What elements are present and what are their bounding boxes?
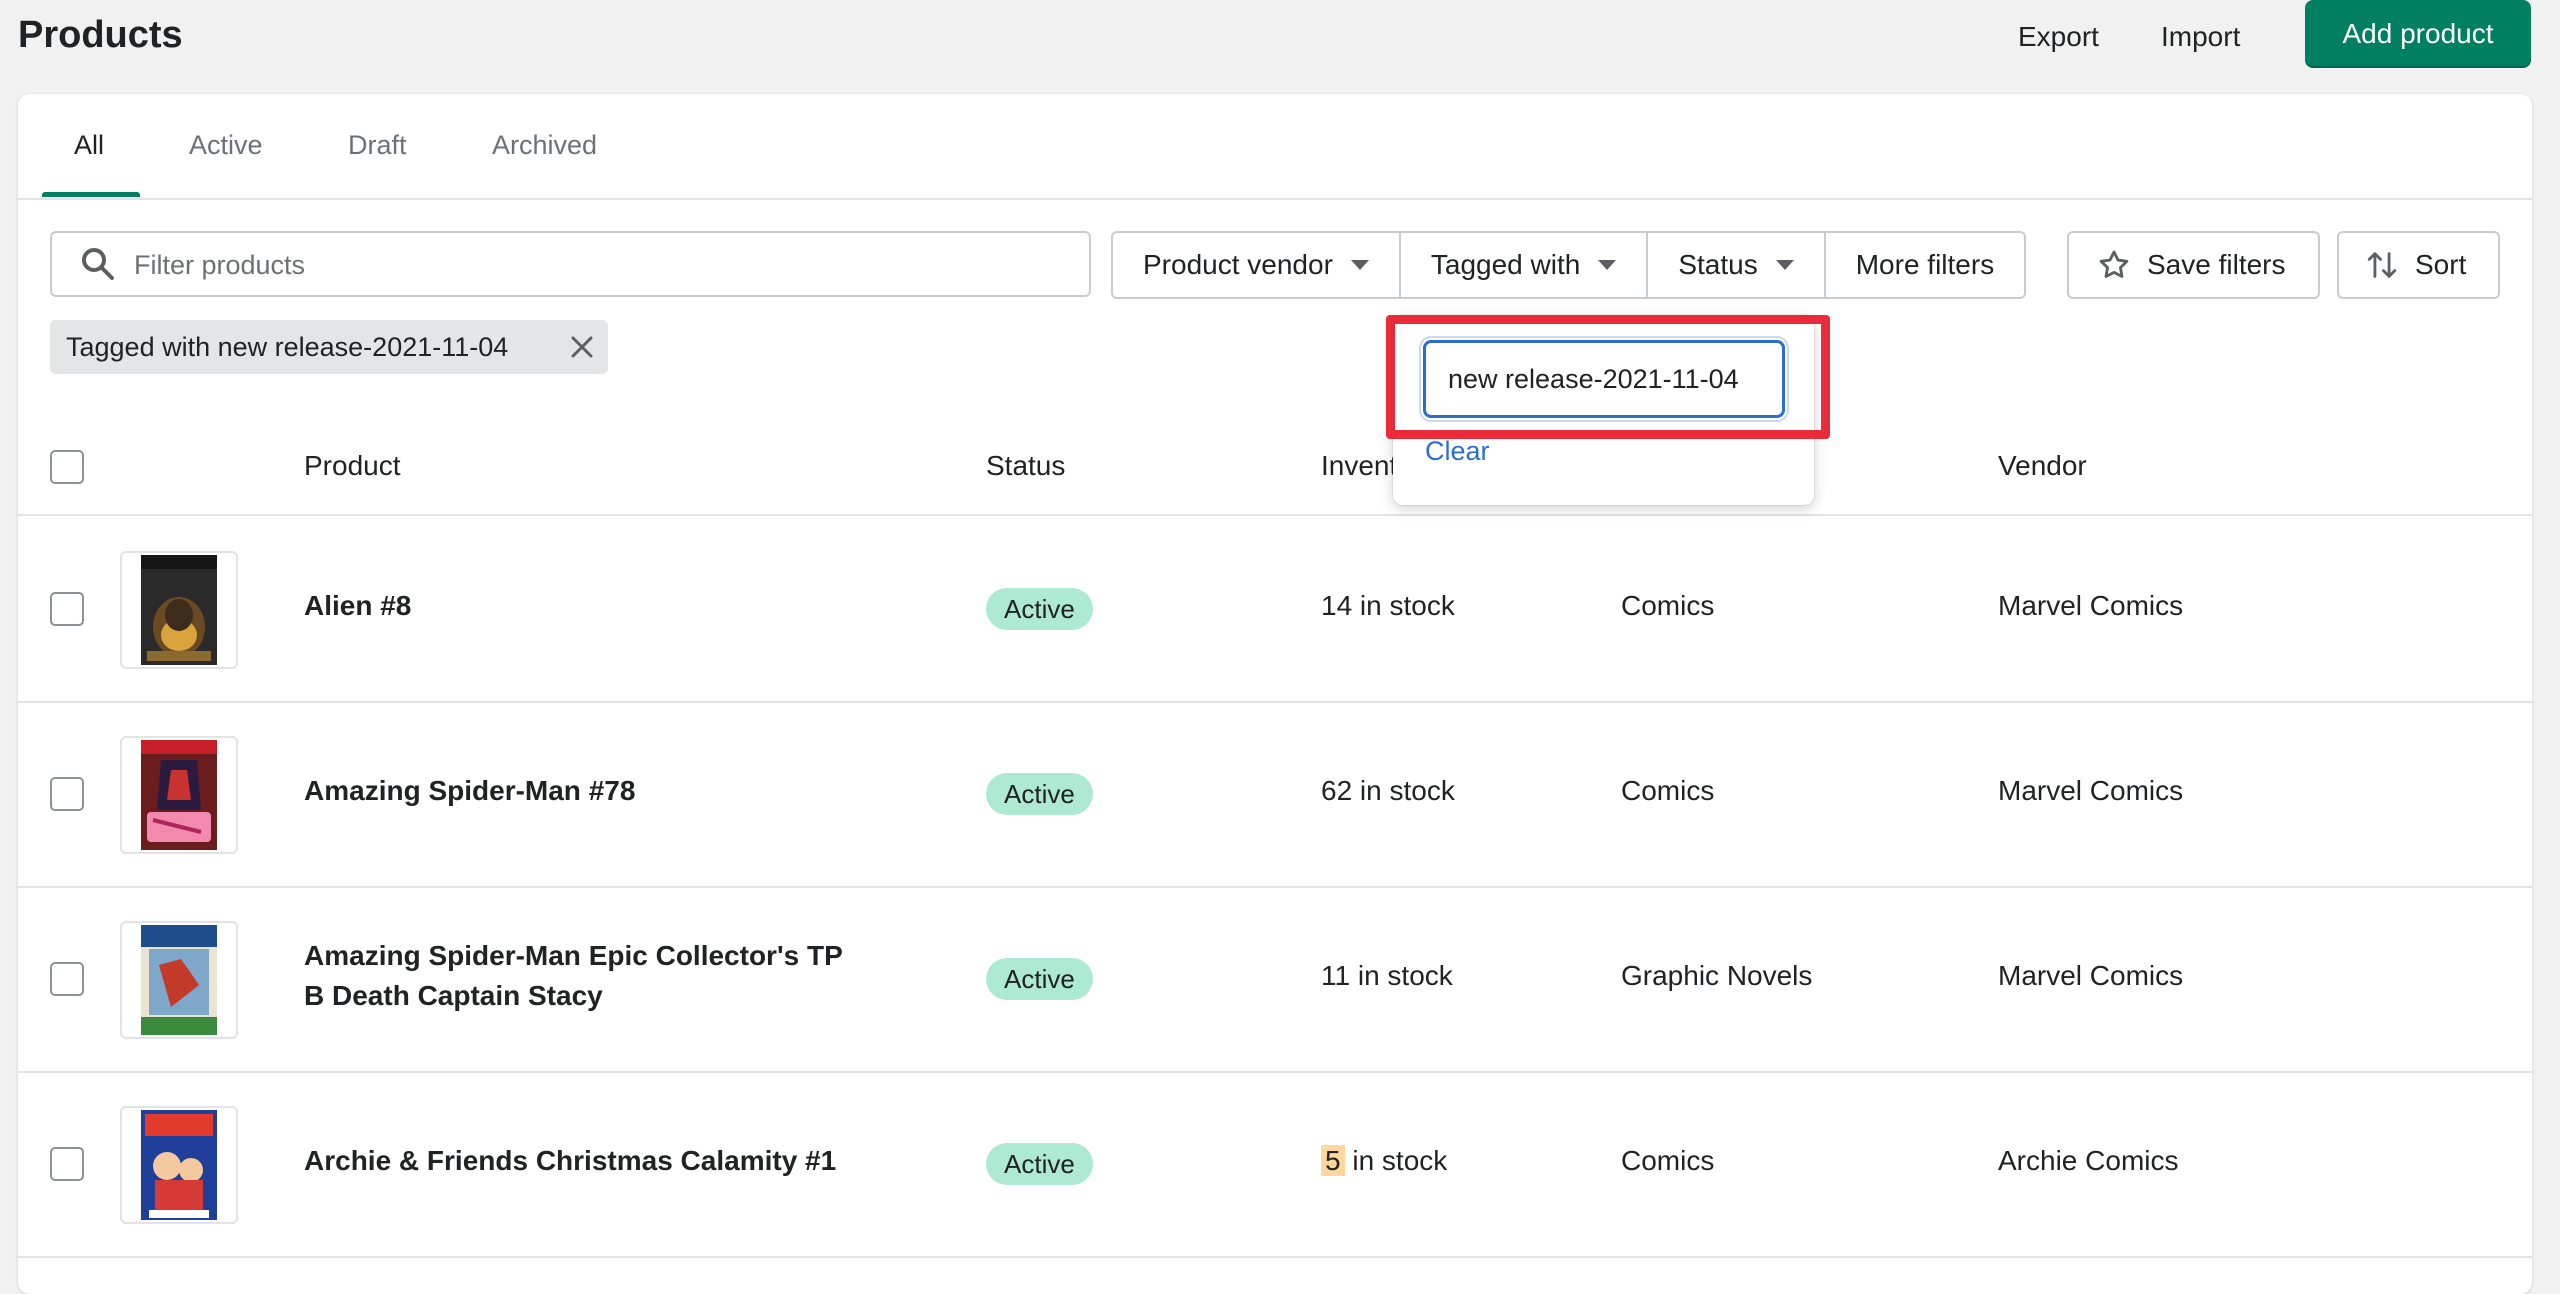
vendor-cell: Archie Comics bbox=[1998, 1145, 2179, 1176]
status-badge: Active bbox=[986, 1143, 1093, 1185]
vendor-cell: Marvel Comics bbox=[1998, 960, 2184, 991]
table-header: Product Status Invent Vendor bbox=[18, 416, 2532, 516]
comic-cover-image bbox=[141, 740, 217, 850]
product-name[interactable]: Amazing Spider-Man Epic Collector's TP bbox=[304, 940, 843, 972]
status-badge: Active bbox=[986, 588, 1093, 630]
row-checkbox[interactable] bbox=[50, 962, 84, 996]
import-button[interactable]: Import bbox=[2161, 14, 2240, 60]
table-row[interactable]: Amazing Spider-Man #78 Active 62 in stoc… bbox=[18, 703, 2532, 888]
product-column-header[interactable]: Product bbox=[304, 450, 401, 482]
search-icon bbox=[82, 248, 114, 280]
tab-active[interactable]: Active bbox=[189, 130, 263, 161]
applied-filter-tag: Tagged with new release-2021-11-04 bbox=[50, 320, 608, 374]
select-all-checkbox[interactable] bbox=[50, 450, 84, 484]
filter-button-group: Product vendor Tagged with Status More f… bbox=[1111, 231, 2027, 299]
product-name[interactable]: Alien #8 bbox=[304, 590, 411, 622]
inventory-cell: 5 in stock bbox=[1321, 1145, 1447, 1177]
product-thumbnail bbox=[120, 921, 238, 1039]
product-thumbnail bbox=[120, 551, 238, 669]
tagged-with-label: Tagged with bbox=[1430, 249, 1581, 280]
comic-cover-image bbox=[141, 1110, 217, 1220]
tab-draft[interactable]: Draft bbox=[348, 130, 407, 161]
stock-suffix: in stock bbox=[1352, 775, 1455, 806]
save-filters-button[interactable]: Save filters bbox=[2067, 231, 2320, 299]
row-checkbox[interactable] bbox=[50, 777, 84, 811]
applied-filter-label: Tagged with new release-2021-11-04 bbox=[66, 331, 509, 362]
product-type-cell: Comics bbox=[1621, 775, 1715, 806]
product-thumbnail bbox=[120, 736, 238, 854]
comic-cover-image bbox=[141, 925, 217, 1035]
inventory-column-header[interactable]: Invent bbox=[1321, 450, 1397, 482]
more-filters-button[interactable]: More filters bbox=[1826, 233, 2024, 297]
status-badge: Active bbox=[986, 958, 1093, 1000]
status-filter[interactable]: Status bbox=[1648, 233, 1826, 297]
low-stock-count: 5 bbox=[1321, 1145, 1345, 1176]
vendor-cell: Marvel Comics bbox=[1998, 590, 2184, 621]
table-row[interactable]: Alien #8 Active 14 in stock Comics Marve… bbox=[18, 518, 2532, 703]
comic-cover-image bbox=[141, 555, 217, 665]
inventory-cell: 62 in stock bbox=[1321, 775, 1455, 807]
tagged-with-filter[interactable]: Tagged with bbox=[1401, 233, 1649, 297]
save-filters-label: Save filters bbox=[2147, 249, 2286, 280]
tab-bar: All Active Draft Archived bbox=[18, 94, 2532, 200]
clear-tag-link[interactable]: Clear bbox=[1425, 436, 1490, 467]
tab-all[interactable]: All bbox=[74, 130, 104, 161]
tab-active-indicator bbox=[42, 192, 140, 197]
row-checkbox[interactable] bbox=[50, 592, 84, 626]
product-type-cell: Comics bbox=[1621, 590, 1715, 621]
star-icon bbox=[2099, 250, 2129, 278]
status-badge: Active bbox=[986, 773, 1093, 815]
stock-count: 11 bbox=[1321, 960, 1351, 991]
sort-arrows-icon bbox=[2367, 252, 2397, 278]
sort-label: Sort bbox=[2415, 249, 2467, 280]
status-column-header[interactable]: Status bbox=[986, 450, 1065, 482]
product-name-continued[interactable]: B Death Captain Stacy bbox=[304, 980, 603, 1012]
product-name[interactable]: Amazing Spider-Man #78 bbox=[304, 775, 635, 807]
vendor-cell: Marvel Comics bbox=[1998, 775, 2184, 806]
inventory-cell: 11 in stock bbox=[1321, 960, 1453, 992]
search-field[interactable] bbox=[50, 231, 1091, 297]
highlight-annotation bbox=[1386, 315, 1830, 439]
products-card: All Active Draft Archived Product vendor… bbox=[18, 94, 2532, 1294]
row-checkbox[interactable] bbox=[50, 1147, 84, 1181]
product-type-cell: Graphic Novels bbox=[1621, 960, 1813, 991]
stock-suffix: in stock bbox=[1352, 590, 1455, 621]
product-vendor-label: Product vendor bbox=[1143, 249, 1333, 280]
search-input[interactable] bbox=[132, 239, 1076, 291]
export-button[interactable]: Export bbox=[2018, 14, 2099, 60]
inventory-cell: 14 in stock bbox=[1321, 590, 1455, 622]
more-filters-label: More filters bbox=[1855, 249, 1995, 280]
tab-archived[interactable]: Archived bbox=[492, 130, 597, 161]
sort-button[interactable]: Sort bbox=[2337, 231, 2500, 299]
status-filter-label: Status bbox=[1678, 249, 1758, 280]
caret-down-icon bbox=[1350, 260, 1369, 270]
table-row[interactable]: Amazing Spider-Man Epic Collector's TP B… bbox=[18, 888, 2532, 1073]
stock-suffix: in stock bbox=[1350, 960, 1453, 991]
stock-count: 14 bbox=[1321, 590, 1353, 621]
table-row[interactable]: Archie & Friends Christmas Calamity #1 A… bbox=[18, 1073, 2532, 1258]
product-type-cell: Comics bbox=[1621, 1145, 1715, 1176]
caret-down-icon bbox=[1598, 260, 1617, 270]
add-product-button[interactable]: Add product bbox=[2305, 0, 2531, 68]
caret-down-icon bbox=[1775, 260, 1794, 270]
page-title: Products bbox=[18, 14, 183, 56]
vendor-column-header[interactable]: Vendor bbox=[1998, 450, 2087, 482]
product-thumbnail bbox=[120, 1106, 238, 1224]
stock-count: 62 bbox=[1321, 775, 1353, 806]
remove-filter-close-icon[interactable] bbox=[568, 333, 596, 361]
product-vendor-filter[interactable]: Product vendor bbox=[1113, 233, 1401, 297]
product-name[interactable]: Archie & Friends Christmas Calamity #1 bbox=[304, 1145, 836, 1177]
stock-suffix: in stock bbox=[1344, 1145, 1448, 1176]
